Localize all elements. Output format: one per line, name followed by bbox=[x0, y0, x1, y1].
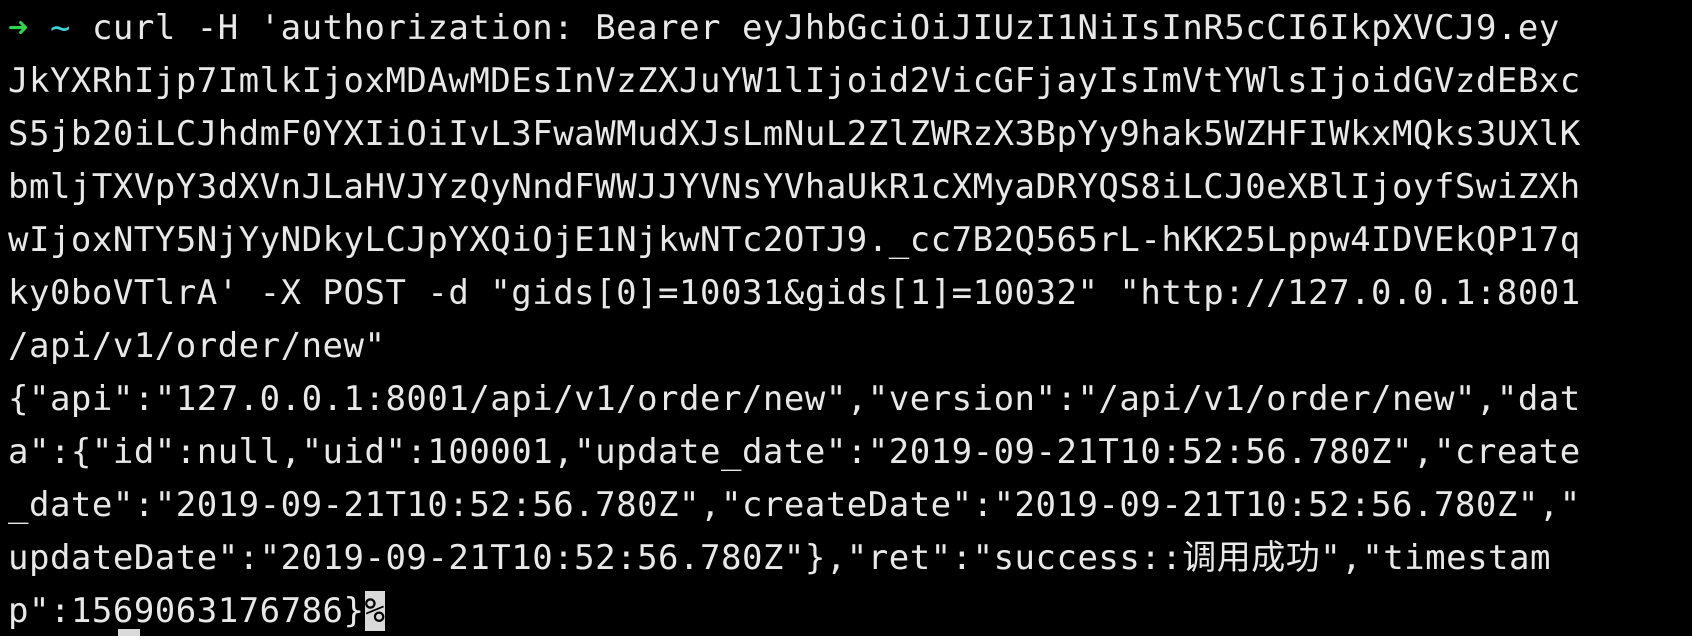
output-line: _date":"2019-09-21T10:52:56.780Z","creat… bbox=[8, 485, 1581, 525]
output-line: bmljTXVpY3dXVnJLaHVJYzQyNndFWWJJYVNsYVha… bbox=[8, 167, 1581, 207]
output-line: updateDate":"2019-09-21T10:52:56.780Z"},… bbox=[8, 538, 1551, 578]
command-text: curl -H 'authorization: Bearer eyJhbGciO… bbox=[91, 8, 1560, 48]
response-tail: p":1569063176786} bbox=[8, 591, 365, 631]
output-line: ky0boVTlrA' -X POST -d "gids[0]=10031&gi… bbox=[8, 273, 1581, 313]
terminal-window[interactable]: ➜ ~ curl -H 'authorization: Bearer eyJhb… bbox=[0, 0, 1692, 636]
output-line: S5jb20iLCJhdmF0YXIiOiIvL3FwaWMudXJsLmNuL… bbox=[8, 114, 1581, 154]
output-line: /api/v1/order/new" bbox=[8, 326, 386, 366]
output-line: {"api":"127.0.0.1:8001/api/v1/order/new"… bbox=[8, 379, 1581, 419]
output-line: JkYXRhIjp7ImlkIjoxMDAwMDEsInVzZXJuYW1lIj… bbox=[8, 61, 1581, 101]
prompt-cwd: ~ bbox=[49, 8, 71, 48]
output-line: wIjoxNTY5NjYyNDkyLCJpYXQiOjE1NjkwNTc2OTJ… bbox=[8, 220, 1581, 260]
text-cursor bbox=[118, 629, 140, 636]
no-newline-marker: % bbox=[364, 591, 386, 631]
output-last-line: p":1569063176786}% bbox=[8, 585, 1688, 636]
prompt-arrow-icon: ➜ bbox=[8, 8, 29, 48]
output-line: a":{"id":null,"uid":100001,"update_date"… bbox=[8, 432, 1581, 472]
terminal-output: ➜ ~ curl -H 'authorization: Bearer eyJhb… bbox=[8, 2, 1688, 636]
command-line: ➜ ~ curl -H 'authorization: Bearer eyJhb… bbox=[8, 2, 1688, 55]
